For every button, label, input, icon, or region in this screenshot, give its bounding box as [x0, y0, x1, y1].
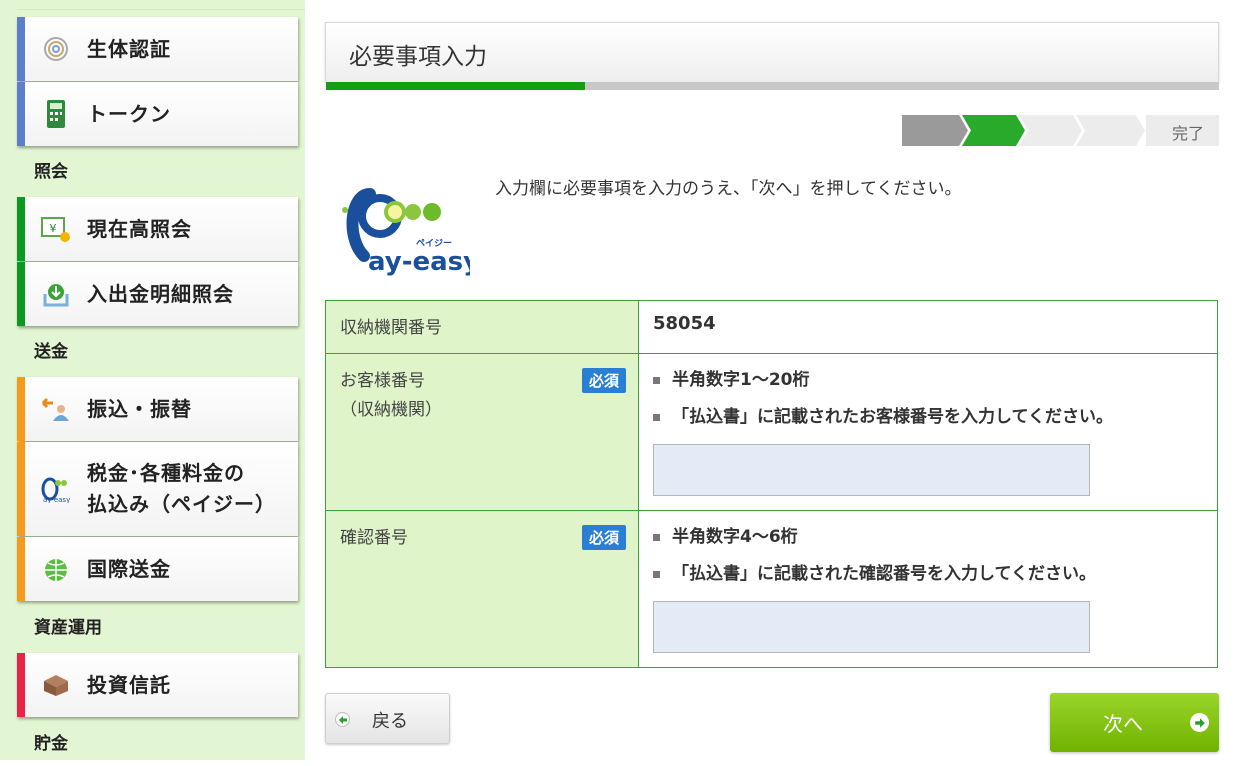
sidebar-item-investment-trust[interactable]: 投資信託 [17, 653, 298, 717]
sidebar-item-label: 現在高照会 [87, 216, 192, 241]
note-item: 「払込書」に記載されたお客様番号を入力してください。 [653, 399, 1203, 436]
step-arrow-2 [962, 115, 1025, 146]
sidebar-item-label: 税金･各種料金の [87, 461, 245, 485]
arrow-left-icon [335, 712, 350, 727]
next-button[interactable]: 次へ [1050, 693, 1219, 752]
step-arrow-1 [902, 115, 968, 146]
back-button[interactable]: 戻る [325, 693, 450, 744]
field-label-cell: 確認番号 必須 [325, 510, 639, 668]
sidebar-item-label: 国際送金 [87, 556, 171, 581]
payeasy-logo: ペイジー ay-easy [340, 178, 480, 278]
sidebar: 生体認証 トークン 照会 ¥ 現在高照会 入出金明細照会 送金 振込・振替 ay… [0, 0, 305, 760]
sidebar-item-label: 投資信託 [87, 672, 171, 697]
transfer-person-icon [41, 394, 71, 424]
token-device-icon [41, 99, 71, 129]
bullet-icon [653, 414, 660, 421]
yen-document-icon: ¥ [41, 214, 71, 244]
table-row: 収納機関番号 58054 [325, 300, 1218, 354]
sidebar-top-strip [17, 0, 305, 10]
sidebar-item-balance[interactable]: ¥ 現在高照会 [17, 197, 298, 261]
confirmation-number-input[interactable] [653, 601, 1090, 653]
arrow-right-icon [1190, 713, 1209, 732]
page-title: 必要事項入力 [349, 44, 487, 70]
sidebar-item-label: 生体認証 [87, 36, 171, 61]
sidebar-item-token[interactable]: トークン [17, 82, 298, 146]
progress-bar [326, 82, 1219, 90]
note-text: 半角数字1～20桁 [672, 370, 810, 390]
sidebar-item-label-group: 税金･各種料金の 払込み（ペイジー） [87, 458, 276, 520]
next-button-label: 次へ [1103, 712, 1143, 736]
sidebar-item-intl-remit[interactable]: 国際送金 [17, 537, 298, 601]
instruction-text: 入力欄に必要事項を入力のうえ、「次へ」を押してください。 [495, 179, 962, 199]
field-label-institution-number: 収納機関番号 [340, 318, 442, 338]
field-label-cell: 収納機関番号 [325, 300, 639, 354]
progress-bar-fill [326, 82, 585, 90]
institution-number-value: 58054 [653, 313, 716, 334]
sidebar-section-remittance: 送金 [34, 342, 68, 362]
step-arrow-4 [1076, 115, 1145, 146]
note-item: 半角数字4～6桁 [653, 519, 1203, 556]
svg-text:ay-easy: ay-easy [43, 496, 70, 503]
sidebar-item-transfer[interactable]: 振込・振替 [17, 377, 298, 441]
note-text: 半角数字4～6桁 [672, 527, 798, 547]
step-indicator: 完了 [902, 115, 1219, 146]
step-arrows [902, 115, 1145, 146]
required-badge: 必須 [581, 525, 626, 550]
customer-number-input[interactable] [653, 444, 1090, 496]
table-row: お客様番号 （収納機関） 必須 半角数字1～20桁 「払込書」に記載されたお客様… [325, 353, 1218, 511]
bullet-icon [653, 571, 660, 578]
note-item: 半角数字1～20桁 [653, 362, 1203, 399]
field-value-cell: 半角数字1～20桁 「払込書」に記載されたお客様番号を入力してください。 [638, 353, 1218, 511]
field-value-cell: 半角数字4～6桁 「払込書」に記載された確認番号を入力してください。 [638, 510, 1218, 668]
step-done-label: 完了 [1171, 124, 1204, 143]
sidebar-section-inquiry: 照会 [34, 162, 68, 182]
note-text: 「払込書」に記載された確認番号を入力してください。 [672, 564, 1096, 584]
payeasy-logo-text: ay-easy [368, 247, 470, 277]
svg-text:¥: ¥ [50, 222, 57, 235]
field-label-cell: お客様番号 （収納機関） 必須 [325, 353, 639, 511]
field-label-customer-number-sub: （収納機関） [340, 400, 442, 420]
sidebar-item-statement[interactable]: 入出金明細照会 [17, 262, 298, 326]
page-title-bar: 必要事項入力 [325, 22, 1219, 82]
bullet-icon [653, 377, 660, 384]
sidebar-item-label: 振込・振替 [87, 396, 192, 421]
note-text: 「払込書」に記載されたお客様番号を入力してください。 [672, 407, 1113, 427]
download-tray-icon [41, 279, 71, 309]
payment-form-table: 収納機関番号 58054 お客様番号 （収納機関） 必須 半角数字1～20桁 「… [325, 300, 1218, 668]
back-button-label: 戻る [372, 711, 408, 732]
table-row: 確認番号 必須 半角数字4～6桁 「払込書」に記載された確認番号を入力してくださ… [325, 510, 1218, 668]
sidebar-section-savings: 貯金 [34, 734, 68, 754]
box-icon [41, 670, 71, 700]
globe-icon [41, 554, 71, 584]
fingerprint-icon [41, 34, 71, 64]
required-badge: 必須 [581, 368, 626, 393]
sidebar-item-label-line2: 払込み（ペイジー） [87, 492, 276, 516]
sidebar-item-label: 入出金明細照会 [87, 281, 234, 306]
sidebar-item-payeasy[interactable]: ay-easy 税金･各種料金の 払込み（ペイジー） [17, 442, 298, 536]
bullet-icon [653, 534, 660, 541]
payeasy-icon: ay-easy [41, 474, 71, 504]
sidebar-item-label: トークン [87, 101, 171, 126]
sidebar-item-biometric[interactable]: 生体認証 [17, 17, 298, 81]
step-arrow-3 [1019, 115, 1082, 146]
field-value-cell: 58054 [638, 300, 1218, 354]
note-item: 「払込書」に記載された確認番号を入力してください。 [653, 556, 1203, 593]
sidebar-section-assets: 資産運用 [34, 618, 102, 638]
